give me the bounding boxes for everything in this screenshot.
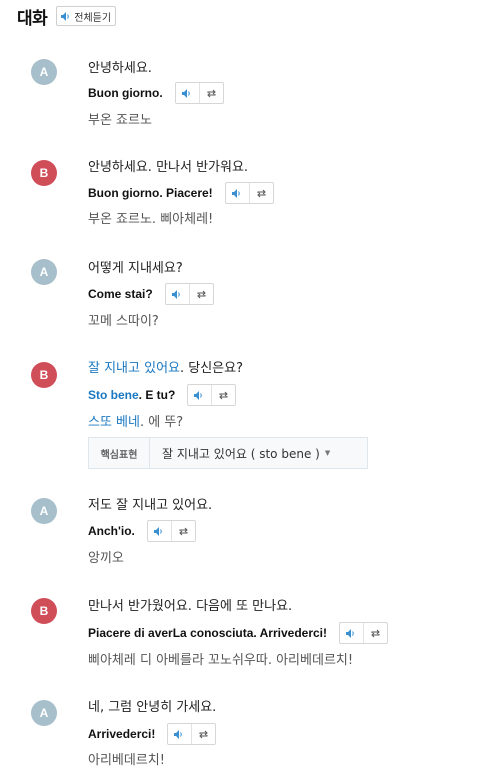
korean-line: 안녕하세요. 만나서 반가워요. <box>88 160 249 175</box>
italian-line: Piacere di averLa conosciuta. Arrivederc… <box>88 626 327 640</box>
korean-line: 안녕하세요. <box>88 61 152 76</box>
play-button[interactable] <box>148 521 171 541</box>
speaker-icon <box>153 526 165 536</box>
italian-rest: . E tu? <box>138 388 176 402</box>
repeat-button[interactable] <box>211 385 235 405</box>
play-button[interactable] <box>176 83 199 103</box>
repeat-button[interactable] <box>188 284 213 304</box>
play-button[interactable] <box>188 385 211 405</box>
play-button[interactable] <box>226 183 249 203</box>
pronunciation-key-phrase: 스또 베네 <box>88 415 140 430</box>
pronunciation-line: 꼬메 스따이? <box>88 314 159 329</box>
key-expression-label: 핵심표현 <box>89 438 150 468</box>
italian-row: Anch'io. <box>88 520 196 542</box>
key-expression-dropdown[interactable]: 잘 지내고 있어요 ( sto bene ) ▼ <box>150 445 330 462</box>
dialogue-header: 대화 전체듣기 <box>17 4 117 29</box>
italian-line: Sto bene. E tu? <box>88 388 175 402</box>
korean-line: 어떻게 지내세요? <box>88 261 183 276</box>
italian-row: Come stai? <box>88 283 214 305</box>
italian-line: Come stai? <box>88 287 153 301</box>
italian-line: Anch'io. <box>88 524 135 538</box>
section-title: 대화 <box>17 8 48 29</box>
korean-line: 만나서 반가웠어요. 다음에 또 만나요. <box>88 599 293 614</box>
speaker-avatar: A <box>31 259 57 285</box>
korean-line: 네, 그럼 안녕히 가세요. <box>88 700 217 715</box>
italian-row: Buon giorno. <box>88 82 224 104</box>
pronunciation-line: 아리베데르치! <box>88 753 165 768</box>
audio-controls <box>146 520 196 542</box>
repeat-icon <box>196 290 207 299</box>
speaker-icon <box>171 289 183 299</box>
pronunciation-line: 스또 베네. 에 뚜? <box>88 411 183 430</box>
play-button[interactable] <box>168 724 191 744</box>
speaker-icon <box>174 729 185 739</box>
speaker-icon <box>61 11 71 21</box>
audio-controls <box>164 283 214 305</box>
repeat-icon <box>178 527 189 536</box>
repeat-button[interactable] <box>363 623 387 643</box>
italian-row: Buon giorno. Piacere! <box>88 182 274 204</box>
caret-down-icon: ▼ <box>324 449 331 457</box>
italian-row: Piacere di averLa conosciuta. Arrivederc… <box>88 622 388 644</box>
key-expression-box: 핵심표현 잘 지내고 있어요 ( sto bene ) ▼ <box>88 437 368 469</box>
speaker-avatar: A <box>31 59 57 85</box>
speaker-avatar: B <box>31 598 57 624</box>
pronunciation-rest: . 에 뚜? <box>139 415 184 430</box>
speaker-avatar: A <box>31 700 57 726</box>
repeat-icon <box>218 391 229 400</box>
speaker-avatar: A <box>31 498 57 524</box>
repeat-icon <box>206 89 217 98</box>
audio-controls <box>174 82 224 104</box>
speaker-icon <box>346 628 357 638</box>
speaker-avatar: B <box>31 362 57 388</box>
audio-controls <box>339 622 388 644</box>
korean-key-phrase: 잘 지내고 있어요 <box>88 361 180 376</box>
play-all-button[interactable]: 전체듣기 <box>56 6 117 26</box>
pronunciation-line: 부온 죠르노. 삐아체레! <box>88 212 214 227</box>
pronunciation-line: 앙끼오 <box>88 551 124 566</box>
korean-rest: . 당신은요? <box>180 361 244 376</box>
italian-line: Arrivederci! <box>88 727 156 741</box>
play-button[interactable] <box>166 284 189 304</box>
repeat-button[interactable] <box>170 521 195 541</box>
audio-controls <box>224 182 274 204</box>
audio-controls <box>167 723 217 745</box>
italian-row: Sto bene. E tu? <box>88 384 237 406</box>
speaker-avatar: B <box>31 160 57 186</box>
korean-line: 잘 지내고 있어요. 당신은요? <box>88 357 243 376</box>
repeat-icon <box>370 629 381 638</box>
audio-controls <box>187 384 237 406</box>
repeat-button[interactable] <box>248 183 273 203</box>
speaker-icon <box>231 188 243 198</box>
pronunciation-line: 삐아체레 디 아베를라 꼬노쉬우따. 아리베데르치! <box>88 653 354 668</box>
italian-key-phrase: Sto bene <box>88 388 139 402</box>
repeat-button[interactable] <box>198 83 223 103</box>
key-expression-value: 잘 지내고 있어요 ( sto bene ) <box>162 446 320 461</box>
italian-line: Buon giorno. Piacere! <box>88 186 213 200</box>
play-button[interactable] <box>340 623 363 643</box>
play-all-label: 전체듣기 <box>74 12 112 24</box>
speaker-icon <box>181 88 193 98</box>
repeat-icon <box>198 730 209 739</box>
speaker-icon <box>194 390 205 400</box>
repeat-button[interactable] <box>191 724 215 744</box>
korean-line: 저도 잘 지내고 있어요. <box>88 498 213 513</box>
repeat-icon <box>256 189 267 198</box>
italian-line: Buon giorno. <box>88 86 163 100</box>
italian-row: Arrivederci! <box>88 723 217 745</box>
pronunciation-line: 부온 죠르노 <box>88 113 152 128</box>
